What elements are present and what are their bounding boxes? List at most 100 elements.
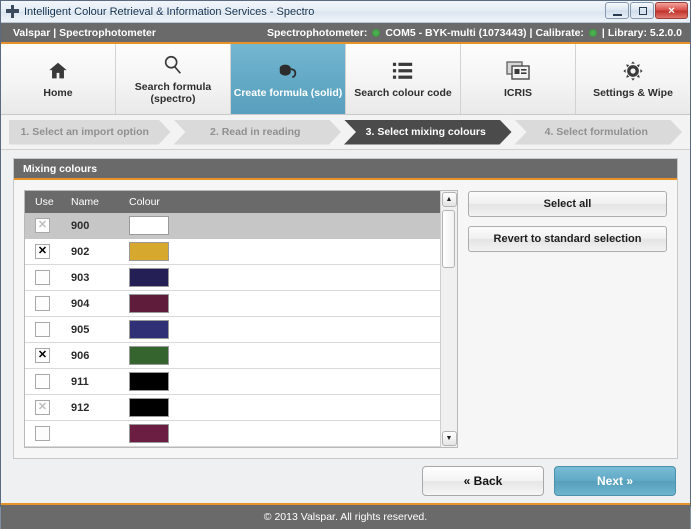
colour-swatch: [129, 372, 169, 391]
minimize-button[interactable]: [605, 2, 629, 19]
column-header-colour: Colour: [129, 196, 160, 208]
mixing-colours-panel: Mixing colours Use Name Colour ✕ 900 ✕ 902 9…: [13, 158, 678, 459]
status-separator-2: |: [601, 26, 605, 39]
cell-name: 905: [71, 323, 90, 336]
step-2-read-in-reading[interactable]: 2. Read in reading: [174, 120, 342, 145]
gear-icon: [622, 59, 644, 83]
table-row[interactable]: ✕ 900: [25, 213, 440, 239]
nav-item-label: Search colour code: [354, 86, 452, 99]
nav-item-label: Search formula (spectro): [134, 80, 212, 105]
use-checkbox[interactable]: [35, 322, 50, 337]
step-4-select-formulation[interactable]: 4. Select formulation: [515, 120, 683, 145]
use-checkbox[interactable]: ✕: [35, 348, 50, 363]
status-separator-1: |: [529, 26, 533, 39]
table-row[interactable]: ✕ 912: [25, 395, 440, 421]
nav-item-label: Settings & Wipe: [593, 86, 673, 99]
cell-name: 902: [71, 245, 90, 258]
table-row[interactable]: 905: [25, 317, 440, 343]
cell-colour: [129, 320, 440, 339]
maximize-button[interactable]: [630, 2, 654, 19]
table-row[interactable]: [25, 421, 440, 447]
scroll-down-button[interactable]: ▼: [441, 431, 457, 446]
device-status-dot: [372, 28, 381, 37]
colour-swatch: [129, 424, 169, 443]
table-row[interactable]: ✕ 906: [25, 343, 440, 369]
revert-to-standard-selection-button[interactable]: Revert to standard selection: [468, 226, 667, 252]
use-checkbox[interactable]: ✕: [35, 218, 50, 233]
cell-name: 912: [71, 401, 90, 414]
cell-name: 911: [71, 375, 89, 388]
nav-item-settings-wipe[interactable]: Settings & Wipe: [576, 44, 690, 114]
scroll-up-button[interactable]: ▲: [441, 192, 457, 207]
step-1-select-import-option[interactable]: 1. Select an import option: [9, 120, 171, 145]
calibrate-label: Calibrate:: [535, 26, 584, 39]
nav-item-icris[interactable]: ICRIS: [461, 44, 576, 114]
use-checkbox[interactable]: ✕: [35, 244, 50, 259]
nav-item-search-colour-code[interactable]: Search colour code: [346, 44, 461, 114]
back-button[interactable]: « Back: [422, 466, 544, 496]
library-version: Library: 5.2.0.0: [607, 26, 682, 39]
home-icon: [47, 59, 69, 83]
cell-use: [25, 296, 71, 311]
use-checkbox[interactable]: ✕: [35, 400, 50, 415]
nav-item-create-formula-solid[interactable]: Create formula (solid): [231, 44, 346, 114]
column-header-name: Name: [71, 196, 100, 208]
table-row[interactable]: 911: [25, 369, 440, 395]
table-row[interactable]: 903: [25, 265, 440, 291]
use-checkbox[interactable]: [35, 374, 50, 389]
nav-item-search-formula-spectro[interactable]: Search formula (spectro): [116, 44, 231, 114]
colour-swatch: [129, 320, 169, 339]
close-button[interactable]: ✕: [655, 2, 688, 19]
scrollbar-thumb[interactable]: [442, 210, 455, 268]
cell-use: [25, 374, 71, 389]
table-row[interactable]: 904: [25, 291, 440, 317]
colour-swatch: [129, 216, 169, 235]
status-bar: Valspar | Spectrophotometer Spectrophoto…: [1, 23, 690, 44]
use-checkbox[interactable]: [35, 426, 50, 441]
title-bar: Intelligent Colour Retrieval & Informati…: [1, 1, 690, 23]
table-body[interactable]: ✕ 900 ✕ 902 903 904 905 ✕ 906 911 ✕ 912: [25, 213, 440, 447]
nav-item-home[interactable]: Home: [1, 44, 116, 114]
cell-use: ✕: [25, 218, 71, 233]
nav-item-label: Home: [43, 86, 73, 99]
device-status-group: Spectrophotometer: COM5 - BYK-multi (107…: [267, 27, 682, 39]
next-button[interactable]: Next »: [554, 466, 676, 496]
table-scrollbar[interactable]: ▲ ▼: [440, 191, 457, 447]
colour-swatch: [129, 294, 169, 313]
step-label: 3. Select mixing colours: [365, 126, 486, 138]
brand-label: Valspar | Spectrophotometer: [13, 26, 156, 39]
calibrate-status-dot: [588, 28, 597, 37]
magnifier-icon: [162, 53, 184, 77]
nav-item-label: Create formula (solid): [233, 86, 343, 99]
cell-name: 903: [71, 271, 90, 284]
colour-swatch: [129, 346, 169, 365]
cell-use: ✕: [25, 400, 71, 415]
application-window: Intelligent Colour Retrieval & Informati…: [0, 0, 691, 529]
colour-swatch: [129, 268, 169, 287]
nav-item-label: ICRIS: [503, 86, 532, 99]
table-columns: Use Name Colour ✕ 900 ✕ 902 903 904 905 ✕ 906 911…: [25, 191, 440, 447]
main-navigation: Home Search formula (spectro) Create for…: [1, 44, 690, 115]
spectrophotometer-label: Spectrophotometer:: [266, 26, 368, 39]
select-all-button[interactable]: Select all: [468, 191, 667, 217]
cell-colour: [129, 424, 440, 443]
panel-title: Mixing colours: [14, 159, 677, 180]
column-header-use: Use: [35, 196, 54, 208]
cell-use: [25, 270, 71, 285]
table-row[interactable]: ✕ 902: [25, 239, 440, 265]
cell-use: ✕: [25, 348, 71, 363]
step-3-select-mixing-colours[interactable]: 3. Select mixing colours: [344, 120, 512, 145]
panel-body: Use Name Colour ✕ 900 ✕ 902 903 904 905 ✕ 906 911…: [14, 180, 677, 458]
wizard-stepper: 1. Select an import option 2. Read in re…: [1, 115, 690, 150]
colour-swatch: [129, 242, 169, 261]
use-checkbox[interactable]: [35, 296, 50, 311]
cell-name: 900: [71, 219, 90, 232]
close-icon: ✕: [667, 5, 676, 15]
use-checkbox[interactable]: [35, 270, 50, 285]
cell-colour: [129, 216, 440, 235]
device-name: COM5 - BYK-multi (1073443): [385, 26, 527, 39]
scrollbar-track[interactable]: [441, 208, 457, 430]
window-card-icon: [506, 59, 530, 83]
cell-colour: [129, 346, 440, 365]
mixing-colours-table: Use Name Colour ✕ 900 ✕ 902 903 904 905 ✕ 906 911…: [24, 190, 458, 448]
